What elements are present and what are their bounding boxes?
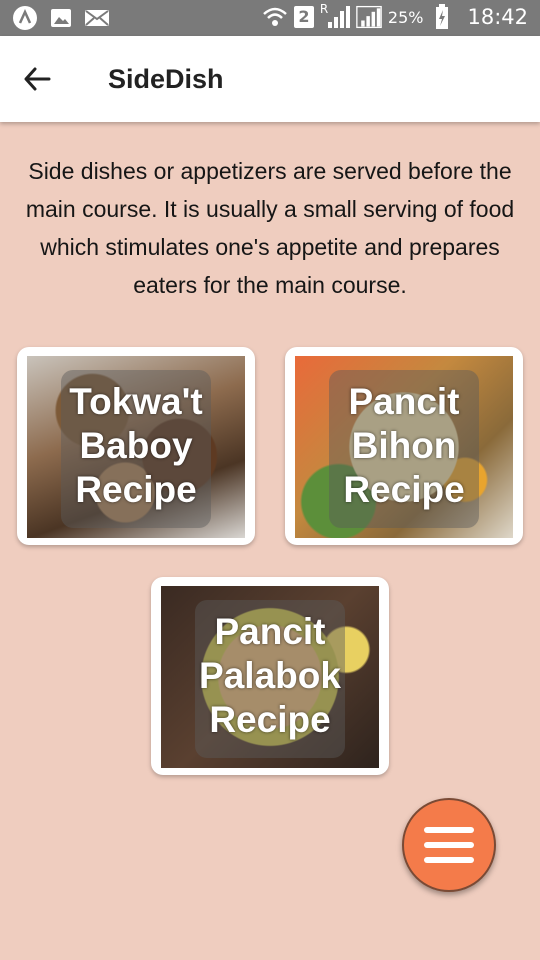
- wifi-icon: [262, 4, 288, 30]
- menu-icon: [424, 827, 474, 863]
- battery-percent: 25%: [387, 7, 424, 27]
- app-icon: [12, 5, 38, 31]
- recipe-label: Tokwa't Baboy Recipe: [69, 381, 203, 510]
- recipe-card-tokwat-baboy[interactable]: Tokwa't Baboy Recipe: [17, 347, 255, 545]
- status-bar-system: 2 R 25% 18:42: [262, 2, 528, 30]
- recipe-label: Pancit Palabok Recipe: [199, 611, 341, 740]
- recipe-card-pancit-palabok[interactable]: Pancit Palabok Recipe: [151, 577, 389, 775]
- recipe-photo: Pancit Bihon Recipe: [295, 356, 513, 538]
- app-bar: SideDish: [0, 36, 540, 122]
- recipe-label: Pancit Bihon Recipe: [343, 381, 465, 510]
- recipe-photo: Pancit Palabok Recipe: [161, 586, 379, 768]
- recipe-photo: Tokwa't Baboy Recipe: [27, 356, 245, 538]
- signal-full-icon: [356, 4, 382, 30]
- menu-fab-button[interactable]: [402, 798, 496, 892]
- status-time: 18:42: [467, 5, 528, 29]
- back-button[interactable]: [14, 56, 60, 102]
- recipe-card-pancit-bihon[interactable]: Pancit Bihon Recipe: [285, 347, 523, 545]
- battery-charging-icon: [429, 4, 455, 30]
- page-title: SideDish: [108, 64, 224, 94]
- status-bar: 2 R 25% 18:42: [0, 0, 540, 36]
- status-bar-notifications: [12, 5, 110, 31]
- signal-icon: R: [320, 2, 350, 30]
- image-icon: [48, 5, 74, 31]
- sim-2-icon: 2: [293, 6, 314, 28]
- mail-icon: [84, 5, 110, 31]
- description-text: Side dishes or appetizers are served bef…: [25, 158, 515, 298]
- arrow-left-icon: [24, 67, 51, 91]
